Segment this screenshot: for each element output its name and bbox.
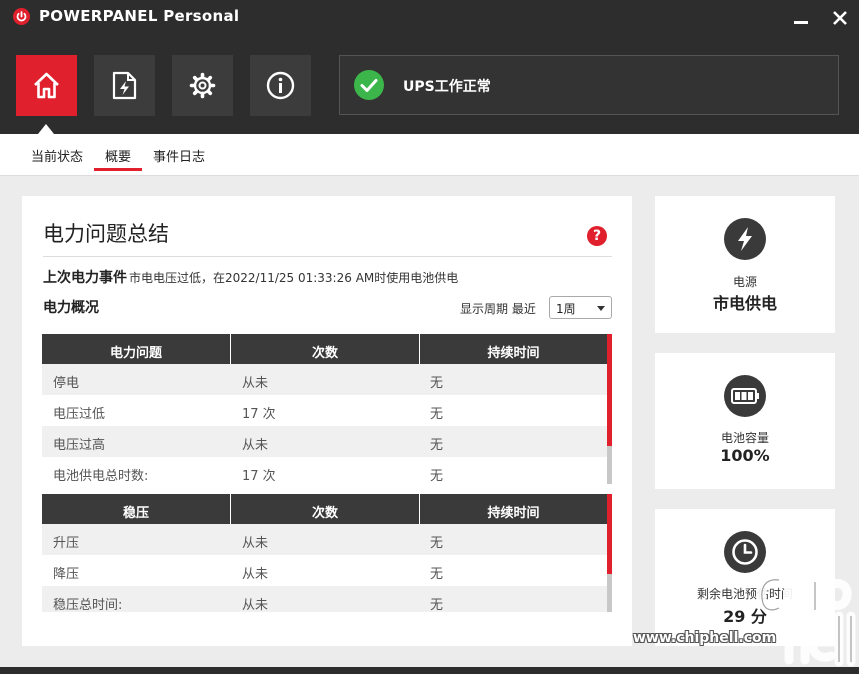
- cell-problem: 停电: [53, 376, 80, 391]
- power-file-icon: [112, 71, 137, 100]
- power-source-label: 电源: [732, 275, 757, 289]
- minimize-icon: [794, 21, 808, 24]
- cell-duration: 无: [430, 536, 444, 551]
- period-label: 显示周期 最近: [460, 302, 536, 316]
- clock-icon: [724, 531, 766, 573]
- column-header: 稳压: [122, 506, 149, 521]
- active-tab-underline: [94, 168, 142, 171]
- cell-problem: 电压过高: [53, 438, 106, 453]
- last-event-text: 市电电压过低，在2022/11/25 01:33:26 AM时使用电池供电: [129, 271, 459, 285]
- power-table-scrollbar[interactable]: [607, 334, 612, 484]
- column-header: 次数: [311, 506, 338, 521]
- scrollbar-thumb[interactable]: [607, 494, 612, 574]
- runtime-card: 剩余电池预估时间 29 分: [655, 509, 835, 646]
- ups-status-box: UPS工作正常: [339, 55, 839, 115]
- cell-count: 从未: [242, 536, 269, 551]
- cell-problem: 电池供电总时数:: [53, 469, 149, 484]
- avr-table-scrollbar[interactable]: [607, 494, 612, 612]
- table-row: 升压 从未 无: [42, 524, 607, 555]
- tab-summary[interactable]: 概要: [105, 146, 131, 165]
- cell-duration: 无: [430, 469, 444, 484]
- title-bar: POWERPANEL Personal: [0, 0, 859, 36]
- power-source-card: 电源 市电供电: [655, 196, 835, 333]
- bottom-bar: [0, 667, 859, 674]
- cell-count: 17 次: [242, 407, 276, 422]
- cell-count: 从未: [242, 438, 269, 453]
- table-row: 电池供电总时数: 17 次 无: [42, 457, 607, 488]
- cell-duration: 无: [430, 598, 444, 612]
- battery-capacity-card: 电池容量 100%: [655, 353, 835, 489]
- toolbar: UPS工作正常: [0, 36, 859, 134]
- app-title: POWERPANEL Personal: [39, 7, 240, 25]
- runtime-value: 29 分: [723, 607, 767, 626]
- cell-count: 17 次: [242, 469, 276, 484]
- cell-avr: 降压: [53, 567, 80, 582]
- cell-avr: 稳压总时间:: [53, 598, 123, 612]
- cell-duration: 无: [430, 376, 444, 391]
- watermark-site: www.chiphell.com: [633, 630, 777, 646]
- divider: [43, 256, 612, 257]
- column-header: 电力问题: [109, 346, 162, 361]
- gear-icon: [189, 72, 216, 99]
- info-icon: [266, 71, 295, 100]
- check-icon: [354, 70, 384, 100]
- scrollbar-thumb[interactable]: [607, 334, 612, 446]
- column-header: 持续时间: [487, 506, 540, 521]
- cell-count: 从未: [242, 376, 269, 391]
- chevron-down-icon: [597, 306, 605, 311]
- cell-count: 从未: [242, 567, 269, 582]
- cell-avr: 升压: [53, 536, 80, 551]
- cell-problem: 电压过低: [53, 407, 106, 422]
- table-row: 电压过低 17 次 无: [42, 395, 607, 426]
- table-row: 降压 从未 无: [42, 555, 607, 586]
- table-row: 停电 从未 无: [42, 364, 607, 395]
- lightning-icon: [724, 218, 766, 260]
- table-header: 稳压 次数 持续时间: [42, 494, 607, 524]
- cell-duration: 无: [430, 438, 444, 453]
- home-icon: [34, 72, 59, 99]
- power-source-value: 市电供电: [712, 294, 777, 313]
- panel-title: 电力问题总结: [43, 222, 169, 246]
- active-tab-indicator: [38, 124, 54, 134]
- cell-count: 从未: [242, 598, 269, 612]
- power-summary-panel: 电力问题总结 ? 上次电力事件 市电电压过低，在2022/11/25 01:33:…: [22, 196, 632, 646]
- last-event-label: 上次电力事件: [43, 270, 127, 286]
- minimize-button[interactable]: [789, 6, 813, 30]
- info-button[interactable]: [250, 55, 311, 116]
- battery-capacity-value: 100%: [720, 446, 770, 465]
- cell-duration: 无: [430, 567, 444, 582]
- period-value: 1周: [556, 302, 576, 316]
- table-header: 电力问题 次数 持续时间: [42, 334, 607, 364]
- tab-bar: 当前状态 概要 事件日志: [0, 134, 859, 176]
- home-button[interactable]: [16, 55, 77, 116]
- close-button[interactable]: [828, 6, 852, 30]
- cell-duration: 无: [430, 407, 444, 422]
- table-row: 电压过高 从未 无: [42, 426, 607, 457]
- column-header: 持续时间: [487, 346, 540, 361]
- power-logo-icon: [13, 8, 30, 25]
- table-row: 稳压总时间: 从未 无: [42, 586, 607, 612]
- runtime-label: 剩余电池预估时间: [696, 587, 793, 601]
- settings-button[interactable]: [172, 55, 233, 116]
- close-icon: [833, 11, 847, 25]
- column-header: 次数: [311, 346, 338, 361]
- last-power-event: 上次电力事件 市电电压过低，在2022/11/25 01:33:26 AM时使用电…: [43, 267, 458, 287]
- tab-event-log[interactable]: 事件日志: [153, 146, 205, 165]
- battery-capacity-label: 电池容量: [720, 431, 769, 445]
- period-select[interactable]: 1周: [549, 296, 612, 319]
- battery-icon: [724, 375, 766, 417]
- tab-current-status[interactable]: 当前状态: [31, 146, 83, 165]
- ups-status-text: UPS工作正常: [403, 79, 491, 95]
- overview-label: 电力概况: [43, 300, 99, 316]
- help-icon[interactable]: ?: [587, 226, 607, 246]
- power-file-button[interactable]: [94, 55, 155, 116]
